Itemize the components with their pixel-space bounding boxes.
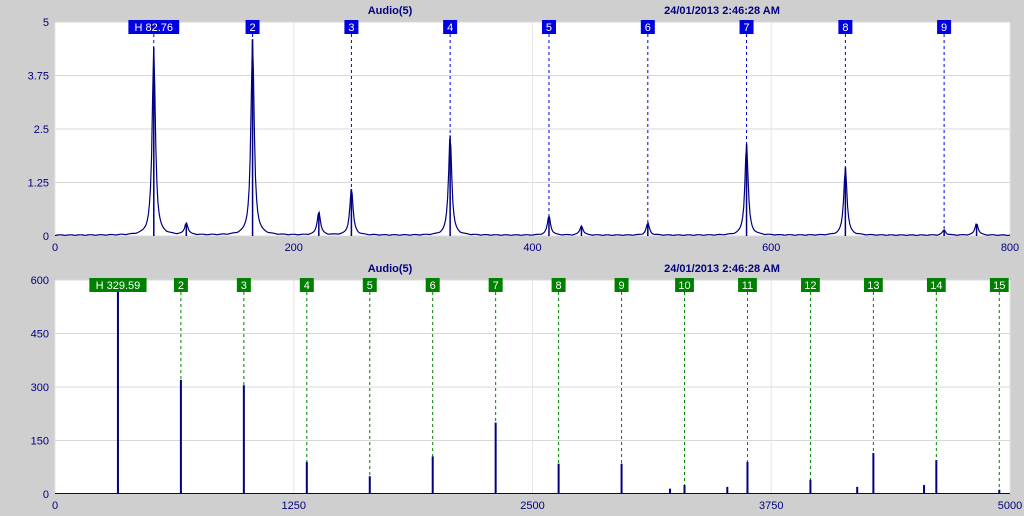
x-tick-label: 0	[52, 500, 58, 512]
y-tick-label: 5	[43, 17, 49, 29]
y-tick-label: 150	[31, 436, 49, 448]
y-tick-label: 3.75	[28, 71, 49, 83]
harmonic-marker-label[interactable]: 6	[645, 22, 651, 34]
chart-title: Audio(5)	[368, 263, 413, 275]
y-tick-label: 2.5	[34, 124, 49, 136]
harmonic-marker-label[interactable]: 11	[742, 280, 753, 292]
harmonic-marker-label[interactable]: H 329.59	[96, 280, 141, 292]
x-tick-label: 400	[523, 242, 541, 254]
spectrum-chart-top[interactable]: 0 1.25 2.5 3.75 5 0 200 400 600 800 Audio(5) 24/01/…	[0, 0, 1024, 258]
harmonic-marker-label[interactable]: 12	[804, 280, 816, 292]
harmonic-marker-label[interactable]: 7	[743, 22, 749, 34]
harmonic-marker-label[interactable]: 9	[941, 22, 947, 34]
harmonic-marker-label[interactable]: 5	[367, 280, 373, 292]
y-tick-label: 450	[31, 329, 49, 341]
harmonic-marker-label[interactable]: 14	[930, 280, 942, 292]
x-tick-label: 3750	[759, 500, 783, 512]
y-tick-label: 300	[31, 382, 49, 394]
y-tick-label: 0	[43, 489, 49, 501]
y-tick-label: 600	[31, 275, 49, 287]
harmonic-marker-label[interactable]: 2	[250, 22, 256, 34]
x-tick-label: 600	[762, 242, 780, 254]
harmonic-marker-label[interactable]: 4	[447, 22, 453, 34]
harmonic-marker-label[interactable]: 8	[556, 280, 562, 292]
chart-timestamp: 24/01/2013 2:46:28 AM	[664, 263, 780, 275]
chart-title: Audio(5)	[368, 5, 413, 17]
x-tick-label: 1250	[282, 500, 306, 512]
chart-timestamp: 24/01/2013 2:46:28 AM	[664, 5, 780, 17]
x-tick-label: 5000	[998, 500, 1022, 512]
harmonic-marker-label[interactable]: 10	[678, 280, 690, 292]
y-tick-label: 1.25	[28, 178, 49, 190]
spectrum-panel-bottom: 0 150 300 450 600 0 1250 2500 3750 5000 Audio(5) 24…	[0, 258, 1024, 516]
x-tick-label: 800	[1001, 242, 1019, 254]
spectrum-chart-bottom[interactable]: 01503004506000 1250 2500 3750 5000Audio(5) 24…	[0, 258, 1024, 516]
harmonic-marker-label[interactable]: 3	[241, 280, 247, 292]
harmonic-marker-label[interactable]: 6	[430, 280, 436, 292]
harmonic-marker-label[interactable]: 8	[842, 22, 848, 34]
spectrum-panel-top: 0 1.25 2.5 3.75 5 0 200 400 600 800 Audio(5) 24/01/…	[0, 0, 1024, 258]
x-tick-label: 2500	[520, 500, 544, 512]
harmonic-marker-label[interactable]: 9	[619, 280, 625, 292]
harmonic-marker-label[interactable]: 13	[867, 280, 879, 292]
harmonic-marker-label[interactable]: 15	[993, 280, 1005, 292]
harmonic-marker-label[interactable]: H 82.76	[135, 22, 174, 34]
x-tick-label: 200	[285, 242, 303, 254]
y-tick-label: 0	[43, 231, 49, 243]
harmonic-marker-label[interactable]: 7	[493, 280, 499, 292]
x-tick-label: 0	[52, 242, 58, 254]
harmonic-marker-label[interactable]: 5	[546, 22, 552, 34]
harmonic-marker-label[interactable]: 3	[348, 22, 354, 34]
harmonic-marker-label[interactable]: 4	[304, 280, 310, 292]
harmonic-marker-label[interactable]: 2	[178, 280, 184, 292]
